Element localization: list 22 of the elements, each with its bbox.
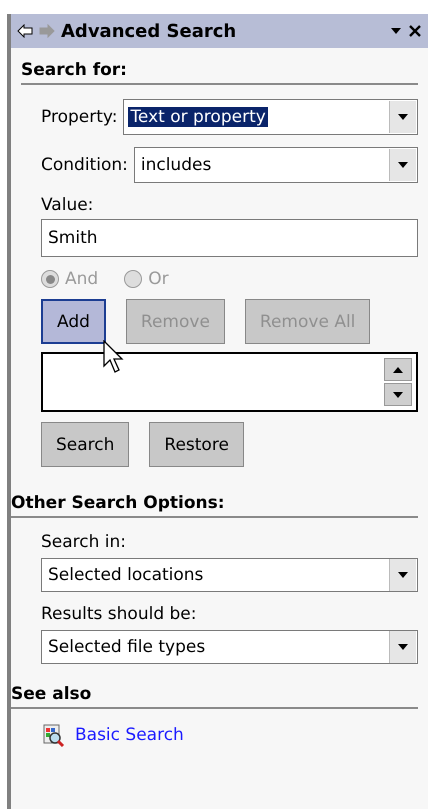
field-label: Results should be:: [41, 604, 198, 624]
section-heading: Search for:: [21, 60, 418, 85]
dropdown[interactable]: Selected locations: [41, 558, 418, 592]
value-field[interactable]: Smith: [41, 219, 418, 257]
dropdown[interactable]: Selected file types: [41, 630, 418, 664]
button[interactable]: Search: [41, 422, 130, 467]
dropdown-value: includes: [140, 155, 212, 175]
section-heading: See also: [11, 684, 418, 709]
field-label: Search in:: [41, 532, 128, 552]
value-label: Value:: [41, 195, 94, 215]
button[interactable]: Restore: [149, 422, 244, 467]
pane-title: Advanced Search: [61, 20, 238, 42]
dropdown-value: Selected file types: [47, 637, 206, 657]
dropdown-value: Text or property: [128, 107, 268, 127]
basic-search-link[interactable]: Basic Search: [41, 723, 418, 747]
dropdown-value: Selected locations: [47, 565, 204, 585]
section-heading: Other Search Options:: [11, 493, 418, 518]
dropdown[interactable]: Text or property: [123, 99, 418, 135]
dropdown[interactable]: includes: [134, 147, 418, 183]
property-label: Property:: [41, 107, 118, 127]
button[interactable]: Add: [41, 299, 106, 344]
condition-label: Condition:: [41, 155, 128, 175]
